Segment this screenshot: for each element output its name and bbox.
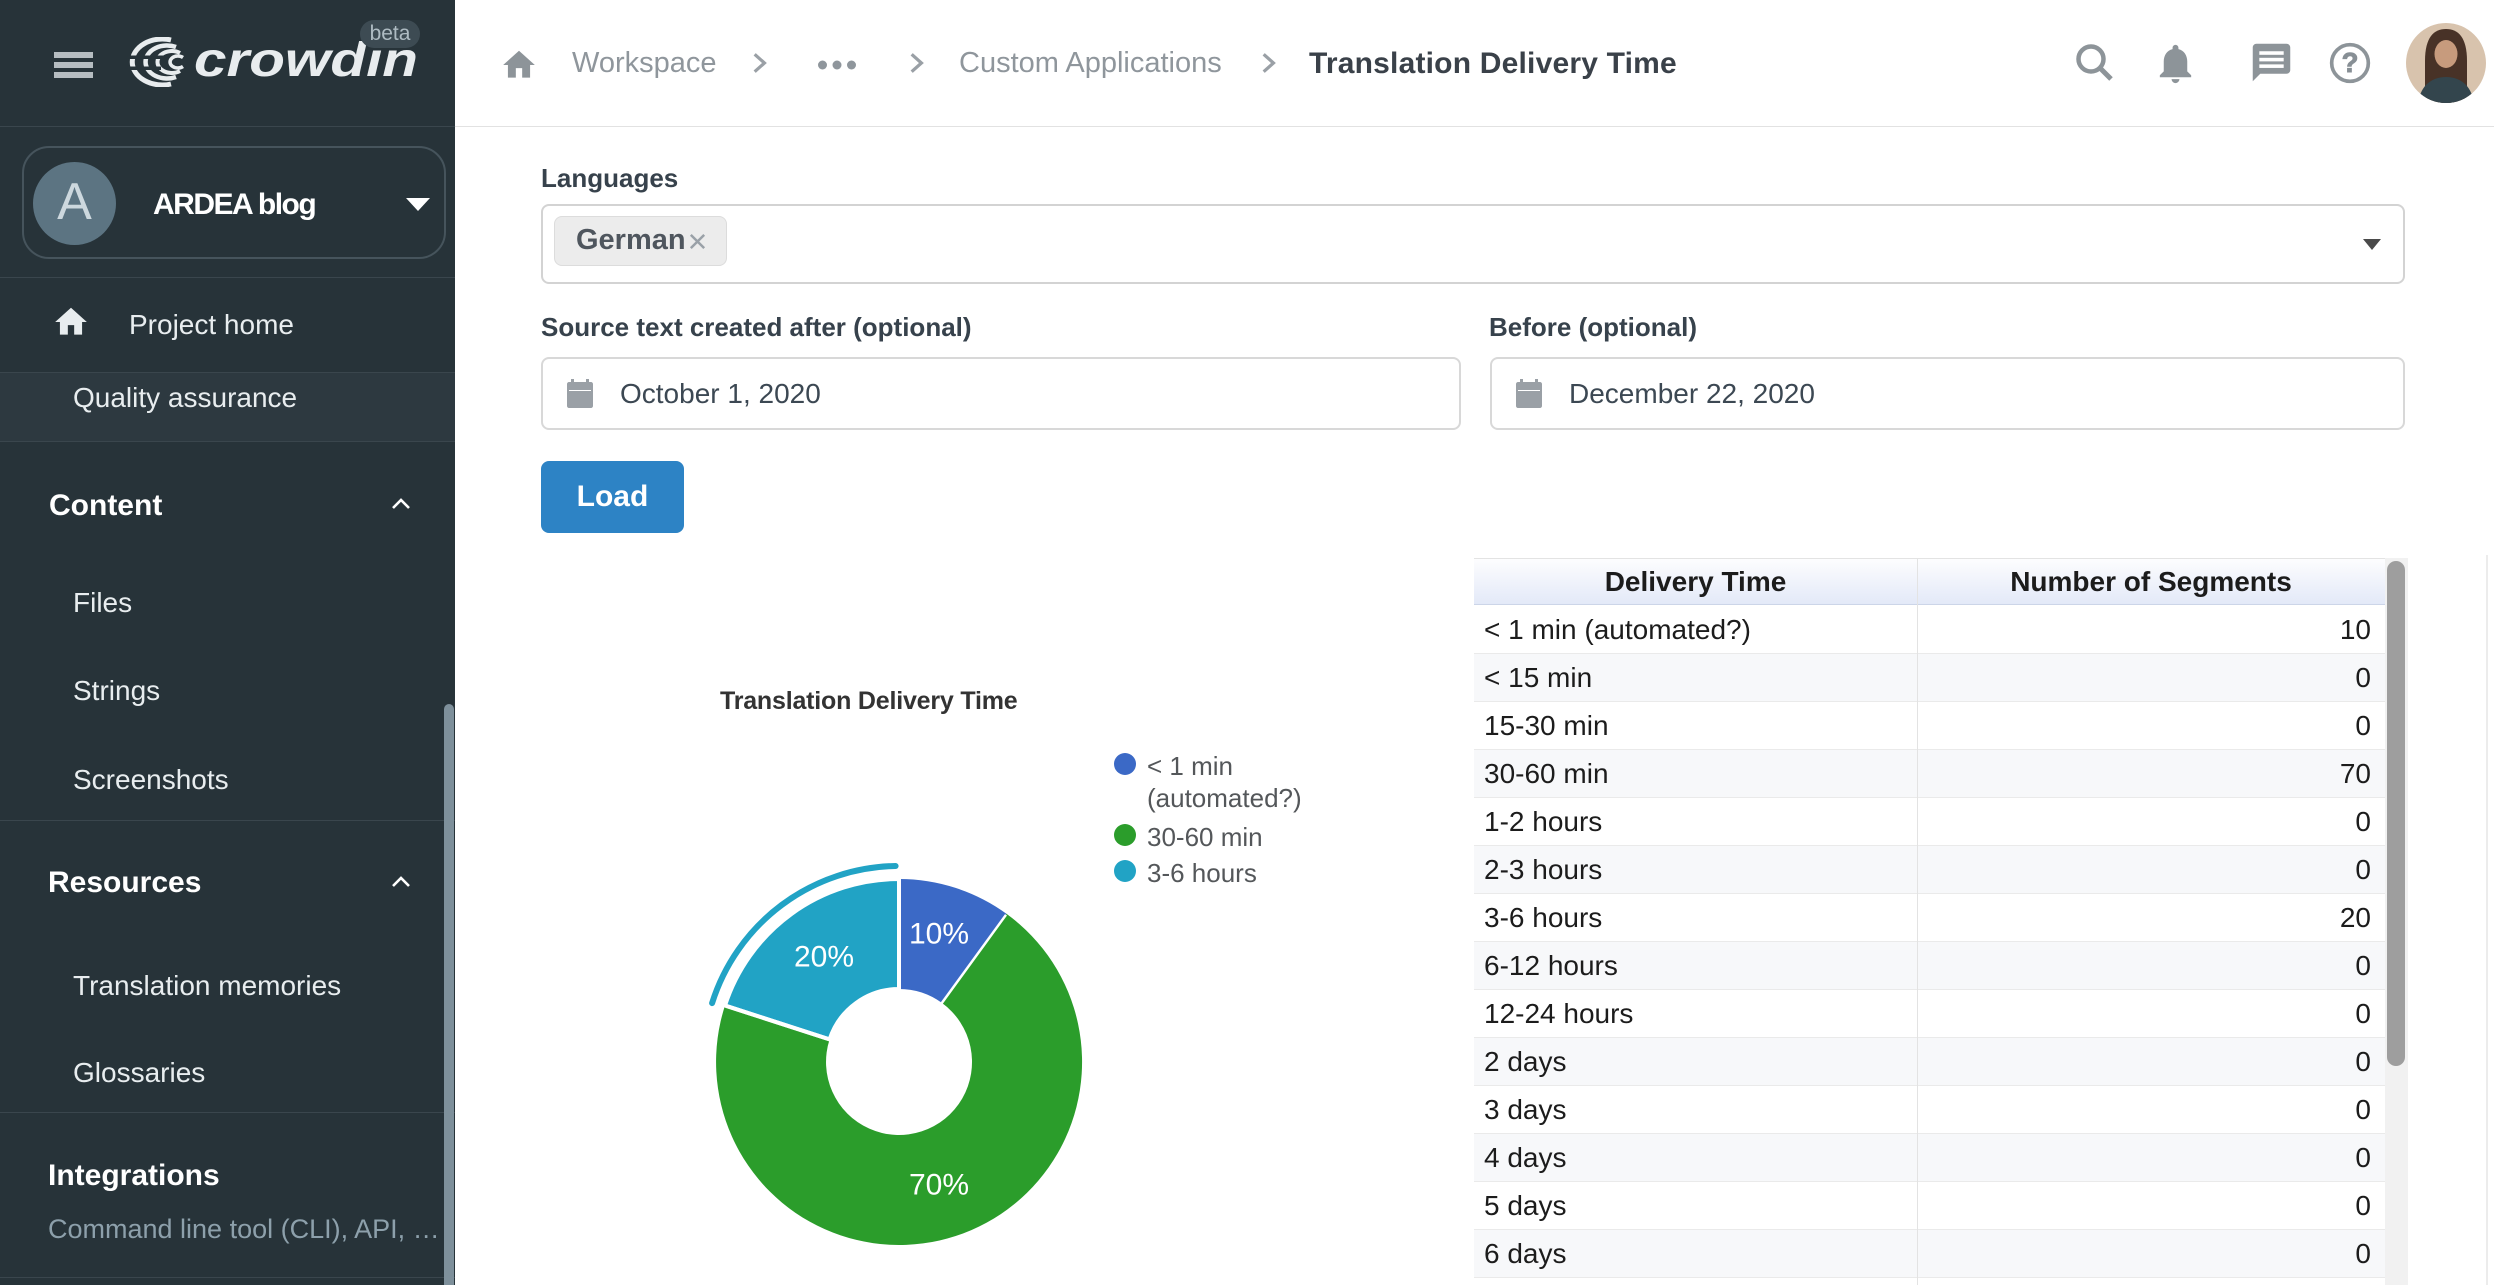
svg-text:?: ?	[2342, 47, 2359, 78]
svg-text:20%: 20%	[794, 941, 854, 974]
svg-text:10%: 10%	[909, 918, 969, 951]
svg-text:70%: 70%	[909, 1169, 969, 1202]
